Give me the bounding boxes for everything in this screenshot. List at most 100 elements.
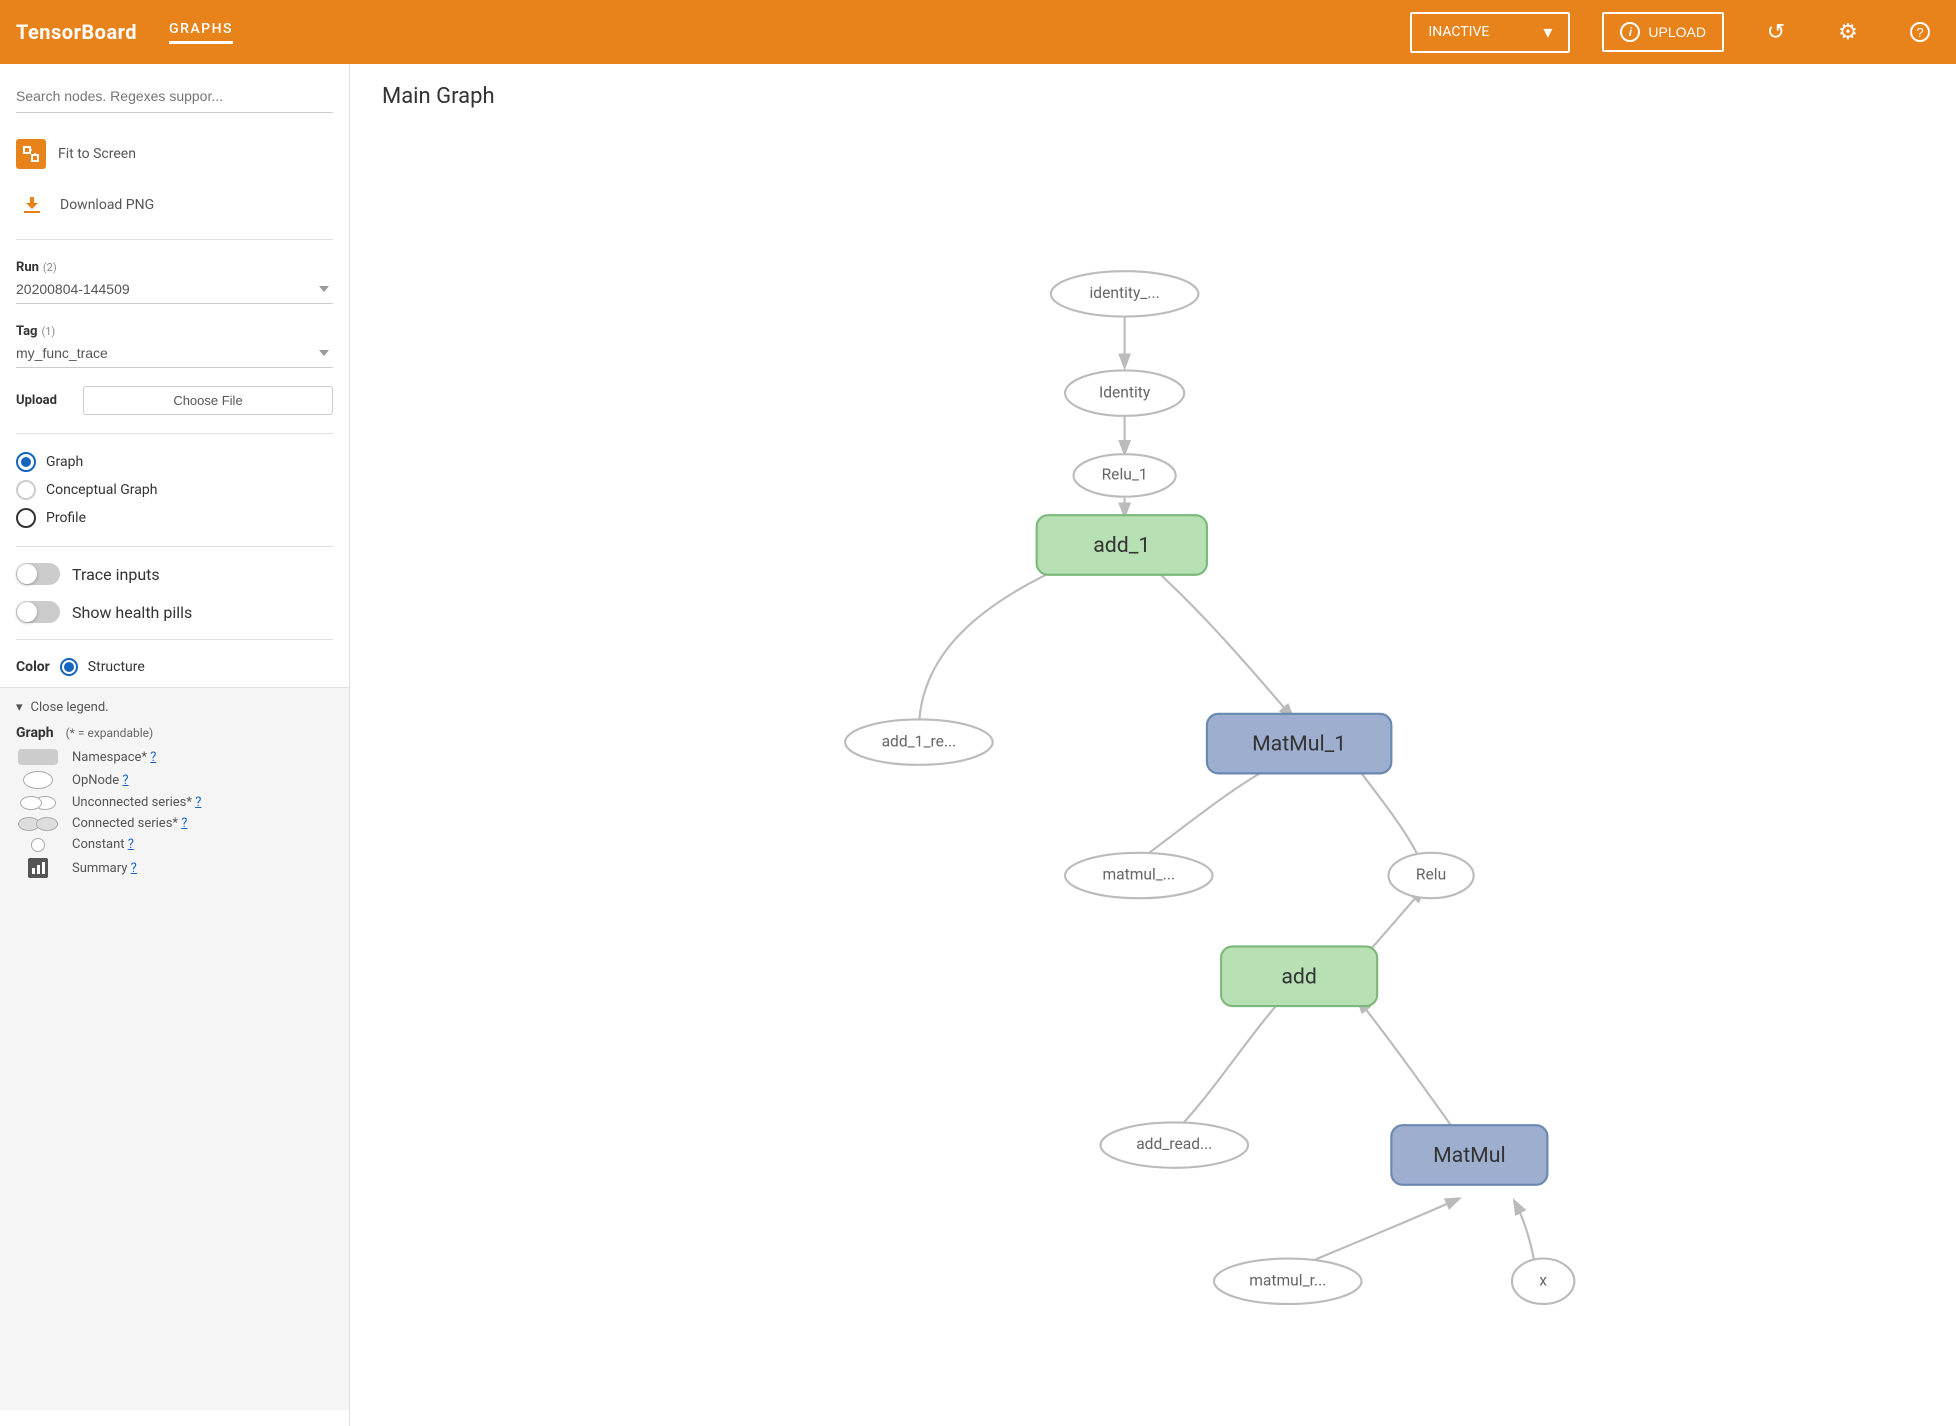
summary-help-link[interactable]: ? [131, 861, 137, 876]
trace-inputs-toggle[interactable] [16, 563, 60, 585]
radio-conceptual-graph[interactable]: Conceptual Graph [16, 480, 333, 500]
oval-identity-label: Identity [1099, 383, 1151, 401]
status-dropdown[interactable]: INACTIVE ▾ [1410, 12, 1570, 53]
graph-type-radio-group: Graph Conceptual Graph Profile [16, 452, 333, 528]
oval-matmuldots-label: matmul_... [1102, 866, 1175, 884]
connected-help-link[interactable]: ? [181, 816, 187, 831]
nav-graphs[interactable]: GRAPHS [169, 21, 233, 44]
fit-to-screen-icon [16, 139, 46, 169]
help-button[interactable]: ? [1900, 12, 1940, 52]
fit-to-screen-action[interactable]: Fit to Screen [16, 129, 333, 179]
tag-select[interactable]: my_func_trace [16, 339, 333, 368]
edge-matmul-to-add [1359, 1000, 1451, 1125]
edge-add1-to-matmul1 [1139, 555, 1292, 717]
oval-identity-dots-label: identity_... [1090, 284, 1160, 302]
legend-item-namespace: Namespace* ? [16, 749, 333, 765]
tag-field: Tag (1) my_func_trace [16, 320, 333, 368]
download-png-label: Download PNG [60, 197, 154, 213]
node-matmul-label: MatMul [1433, 1143, 1506, 1168]
legend-items: Namespace* ? OpNode ? [16, 749, 333, 878]
graph-svg: identity_... Identity Relu_1 add_1 add_1… [350, 64, 1956, 1426]
run-select[interactable]: 20200804-144509 [16, 275, 333, 304]
dropdown-arrow-icon: ▾ [1543, 22, 1552, 43]
legend-summary-label: Summary ? [72, 861, 137, 876]
trace-inputs-row: Trace inputs [16, 563, 333, 585]
download-icon [16, 189, 48, 221]
legend-namespace-label: Namespace* ? [72, 750, 156, 765]
radio-profile[interactable]: Profile [16, 508, 333, 528]
refresh-button[interactable]: ↺ [1756, 12, 1796, 52]
tag-row: Tag (1) my_func_trace [16, 320, 333, 368]
tag-count: (1) [41, 325, 55, 338]
trace-inputs-label: Trace inputs [72, 565, 160, 584]
help-icon: ? [1910, 22, 1930, 42]
legend-item-unconnected-series: Unconnected series* ? [16, 795, 333, 810]
radio-conceptual-graph-indicator [16, 480, 36, 500]
run-field: Run (2) 20200804-144509 [16, 256, 333, 304]
opnode-help-link[interactable]: ? [122, 773, 128, 788]
fit-to-screen-label: Fit to Screen [58, 146, 136, 162]
main-layout: Fit to Screen Download PNG Run (2) 20200… [0, 64, 1956, 1426]
legend-toggle-label: Close legend. [31, 700, 109, 715]
radio-profile-label: Profile [46, 510, 86, 526]
settings-icon: ⚙ [1838, 19, 1858, 45]
run-count: (2) [43, 261, 57, 274]
header: TensorBoard GRAPHS INACTIVE ▾ i UPLOAD ↺… [0, 0, 1956, 64]
refresh-icon: ↺ [1767, 19, 1785, 45]
run-tag-row: Run (2) 20200804-144509 [16, 256, 333, 304]
node-matmul1-label: MatMul_1 [1252, 732, 1346, 757]
legend-constant-icon [16, 838, 60, 852]
download-png-action[interactable]: Download PNG [16, 179, 333, 231]
unconnected-help-link[interactable]: ? [195, 795, 201, 810]
app-logo: TensorBoard [16, 20, 137, 44]
legend-opnode-icon [16, 771, 60, 789]
graph-title: Main Graph [382, 84, 495, 109]
search-input[interactable] [16, 80, 333, 113]
edge-add1re-to-add1 [919, 549, 1096, 731]
legend-unconnected-label: Unconnected series* ? [72, 795, 201, 810]
edge-addread-to-add [1167, 993, 1288, 1139]
legend-constant-label: Constant ? [72, 837, 134, 852]
radio-graph-indicator [16, 452, 36, 472]
legend-item-summary: Summary ? [16, 858, 333, 878]
oval-add1re-label: add_1_re... [882, 732, 957, 750]
radio-graph[interactable]: Graph [16, 452, 333, 472]
legend-summary-icon [16, 858, 60, 878]
color-radio-indicator [60, 658, 78, 676]
oval-addread-label: add_read... [1136, 1135, 1212, 1153]
oval-matmulr-label: matmul_r... [1249, 1271, 1326, 1289]
structure-label: Structure [88, 659, 145, 675]
legend-toggle[interactable]: ▾ Close legend. [16, 700, 333, 715]
legend-chevron-icon: ▾ [16, 700, 23, 715]
legend-item-constant: Constant ? [16, 837, 333, 852]
legend-item-opnode: OpNode ? [16, 771, 333, 789]
legend-section: ▾ Close legend. Graph (* = expandable) N… [0, 687, 349, 1410]
show-health-pills-label: Show health pills [72, 603, 192, 622]
legend-opnode-label: OpNode ? [72, 773, 129, 788]
radio-conceptual-graph-label: Conceptual Graph [46, 482, 157, 498]
legend-item-connected-series: Connected series* ? [16, 816, 333, 831]
legend-connected-label: Connected series* ? [72, 816, 187, 831]
radio-profile-indicator [16, 508, 36, 528]
edge-add-to-relu [1366, 890, 1423, 955]
upload-label: Upload [16, 393, 71, 408]
namespace-help-link[interactable]: ? [150, 750, 156, 765]
show-health-pills-toggle[interactable] [16, 601, 60, 623]
choose-file-button[interactable]: Choose File [83, 386, 333, 415]
settings-button[interactable]: ⚙ [1828, 12, 1868, 52]
legend-unconnected-icon [16, 796, 60, 810]
oval-x-label: x [1539, 1271, 1547, 1289]
legend-namespace-icon [16, 749, 60, 765]
upload-info-icon: i [1620, 22, 1640, 42]
node-add-label: add [1281, 964, 1317, 989]
run-label: Run [16, 260, 39, 275]
radio-graph-label: Graph [46, 454, 83, 470]
color-label: Color [16, 659, 50, 675]
node-add1-label: add_1 [1093, 533, 1150, 558]
main-content: Main Graph [350, 64, 1956, 1426]
upload-row: Upload Choose File [16, 386, 333, 415]
constant-help-link[interactable]: ? [128, 837, 134, 852]
status-label: INACTIVE [1428, 24, 1489, 40]
upload-button[interactable]: i UPLOAD [1602, 12, 1724, 52]
show-health-pills-row: Show health pills [16, 601, 333, 623]
